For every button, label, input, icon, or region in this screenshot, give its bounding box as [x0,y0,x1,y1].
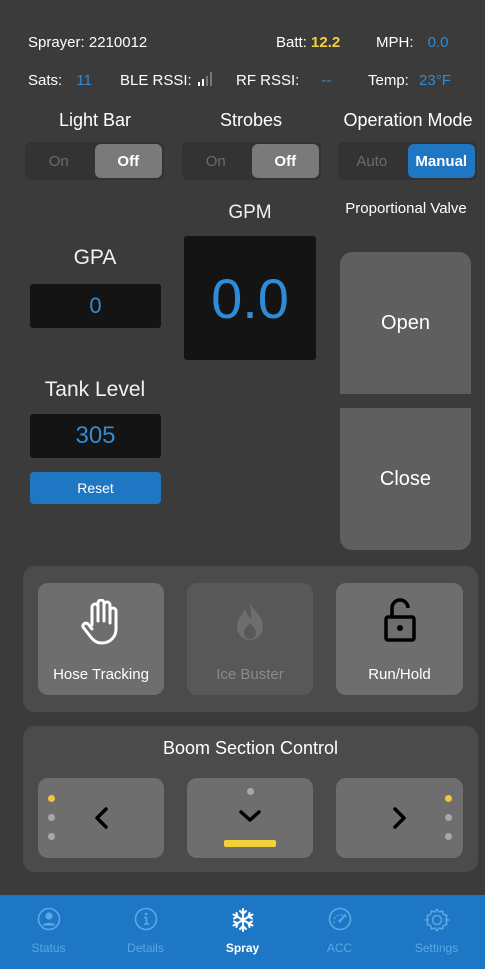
tab-bar: Status Details Spray ACC Settings [0,895,485,969]
rf-status: RF RSSI: -- [236,72,332,89]
strobes-off-option[interactable]: Off [251,144,319,178]
tab-spray-label: Spray [225,941,260,955]
tank-level-value: 305 [75,422,116,449]
person-icon [37,907,60,931]
chevron-right-icon [393,807,406,829]
boom-right-indicator-1 [445,795,452,802]
run-hold-label: Run/Hold [368,666,431,683]
gpa-value: 0 [89,293,102,318]
snowflake-icon [232,908,253,932]
light-bar-toggle[interactable]: On Off [25,142,164,180]
ble-label: BLE RSSI: [120,72,192,89]
hand-icon [81,599,118,645]
gpa-display: 0 [30,284,161,328]
rf-value: -- [321,72,332,89]
battery-status: Batt: 12.2 [276,34,340,51]
boom-left-indicator-2 [48,814,55,821]
reset-button[interactable]: Reset [30,472,161,504]
strobes-toggle[interactable]: On Off [182,142,321,180]
operation-mode-title: Operation Mode [343,110,473,130]
sats-value: 11 [76,72,92,89]
gear-icon [424,908,449,932]
batt-label: Batt: [276,34,307,51]
light-bar-title: Light Bar [58,110,132,130]
boom-center-button[interactable] [187,778,313,858]
tab-spray[interactable]: Spray [194,895,291,969]
ice-buster-button[interactable]: Ice Buster [187,583,313,695]
run-hold-button[interactable]: Run/Hold [336,583,463,695]
sats-label: Sats: [28,72,63,89]
hose-tracking-label: Hose Tracking [53,666,149,683]
rf-label: RF RSSI: [236,72,300,89]
tank-level-display: 305 [30,414,161,458]
signal-bars-icon [197,72,212,86]
speed-status: MPH: 0.0 [376,34,449,51]
chevron-left-icon [95,807,108,829]
ble-status: BLE RSSI: [120,72,212,89]
chevron-down-icon [239,810,261,822]
sprayer-status: Sprayer: 2210012 [28,34,147,51]
temp-value: 23°F [419,72,451,89]
valve-close-button[interactable]: Close [340,408,471,550]
light-bar-off-option[interactable]: Off [94,144,162,178]
gpm-value: 0.0 [211,266,289,330]
tab-settings-label: Settings [414,941,459,955]
strobes-title: Strobes [219,110,283,130]
boom-title: Boom Section Control [162,738,339,758]
boom-left-indicator-3 [48,833,55,840]
strobes-on-option[interactable]: On [182,142,250,180]
tab-details-label: Details [127,941,164,955]
boom-left-indicator-1 [48,795,55,802]
info-icon [134,907,157,931]
tab-status-label: Status [31,941,66,955]
temp-status: Temp: 23°F [368,72,451,89]
tank-level-label: Tank Level [44,378,146,401]
tab-details[interactable]: Details [97,895,194,969]
valve-open-button[interactable]: Open [340,252,471,394]
sprayer-label: Sprayer: [28,34,85,51]
boom-center-indicator [247,788,254,795]
tab-acc-label: ACC [326,941,353,955]
boom-right-indicator-3 [445,833,452,840]
ice-buster-label: Ice Buster [216,666,284,683]
gpm-display: 0.0 [184,236,316,360]
mode-manual-option[interactable]: Manual [407,144,475,178]
temp-label: Temp: [368,72,409,89]
boom-right-button[interactable] [336,778,463,858]
tab-acc[interactable]: ACC [291,895,388,969]
tab-status[interactable]: Status [0,895,97,969]
mode-auto-option[interactable]: Auto [338,142,406,180]
mph-value: 0.0 [427,34,449,51]
batt-value: 12.2 [311,34,341,51]
boom-right-indicator-2 [445,814,452,821]
operation-mode-toggle[interactable]: Auto Manual [338,142,477,180]
mph-label: MPH: [376,34,414,51]
gpm-label: GPM [228,202,272,223]
boom-center-active-bar [224,840,276,847]
sats-status: Sats: 11 [28,72,92,89]
hose-tracking-button[interactable]: Hose Tracking [38,583,164,695]
valve-label: Proportional Valve [345,200,467,217]
gpa-label: GPA [73,246,117,269]
unlock-icon [384,598,416,642]
gauge-icon [328,907,351,931]
flame-icon [237,603,263,640]
tab-settings[interactable]: Settings [388,895,485,969]
light-bar-on-option[interactable]: On [25,142,93,180]
boom-left-button[interactable] [38,778,164,858]
sprayer-id: 2210012 [88,34,148,51]
